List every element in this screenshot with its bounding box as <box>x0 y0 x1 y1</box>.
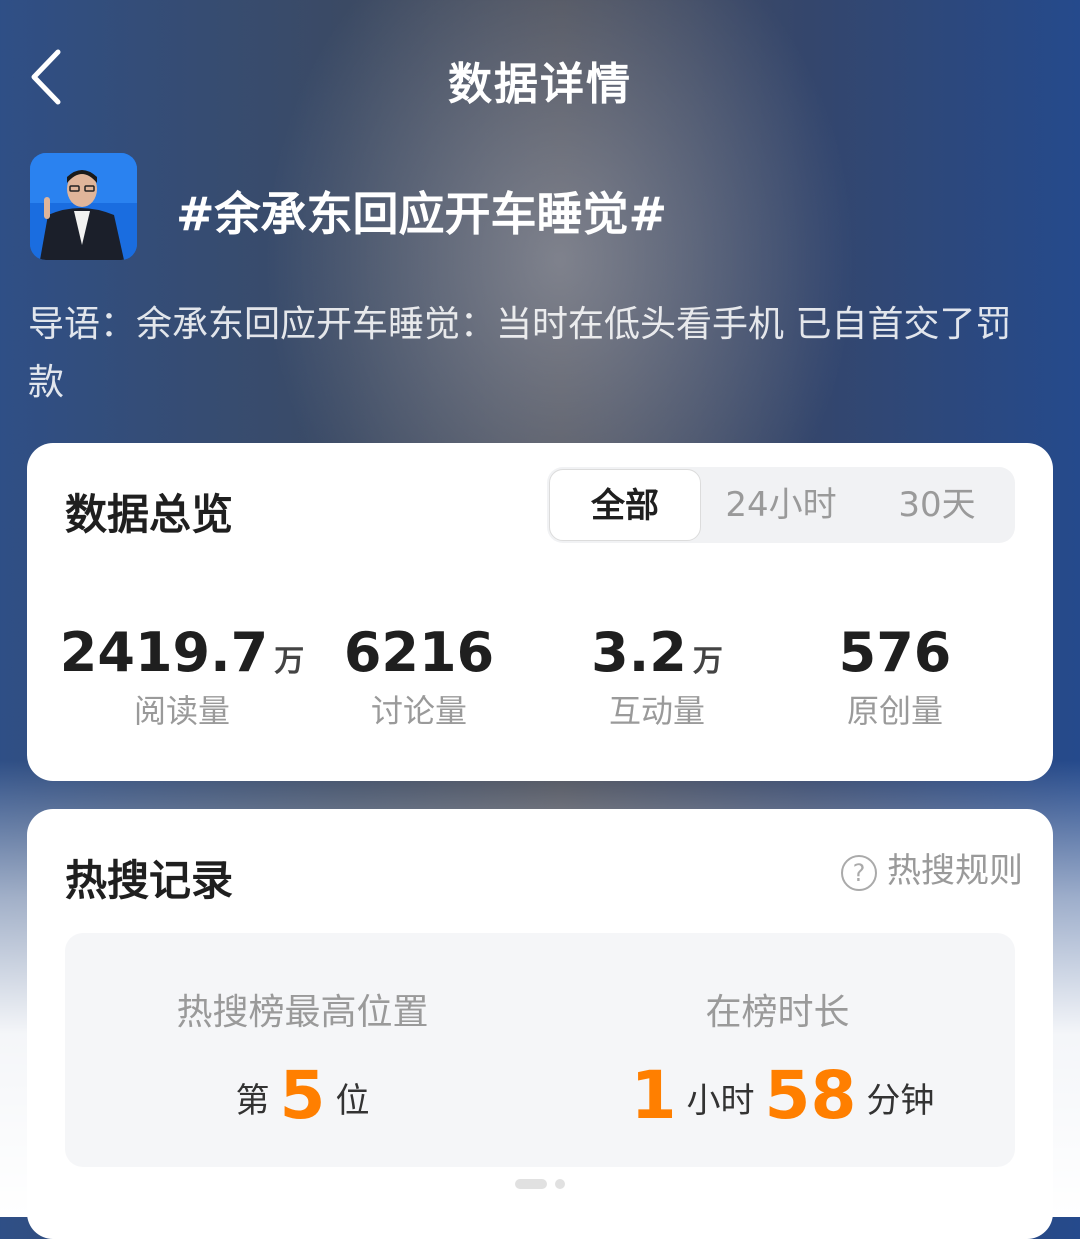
duration-minutes: 58 <box>764 1057 857 1134</box>
stat-label: 原创量 <box>846 692 943 730</box>
top-nav-bar: 数据详情 <box>0 0 1080 150</box>
stat-label: 讨论量 <box>370 692 467 730</box>
hot-heading: 热搜记录 <box>65 856 234 905</box>
hot-rules-label: 热搜规则 <box>887 851 1023 891</box>
stat-label: 互动量 <box>608 692 705 730</box>
topic-thumbnail <box>30 153 137 260</box>
rank-value: 5 <box>279 1057 326 1134</box>
hot-stats-panel: 热搜榜最高位置 第5位 在榜时长 1 小时 58 分钟 <box>65 933 1015 1167</box>
rank-suffix: 位 <box>335 1081 370 1121</box>
rank-prefix: 第 <box>235 1081 270 1121</box>
speaker-photo-icon <box>30 153 137 260</box>
tab-all[interactable]: 全部 <box>549 469 701 541</box>
topic-title: #余承东回应开车睡觉# <box>176 187 668 241</box>
hours-unit: 小时 <box>686 1081 755 1121</box>
on-list-duration: 在榜时长 1 小时 58 分钟 <box>540 983 1015 1134</box>
indicator-active <box>515 1179 547 1189</box>
tab-24h[interactable]: 24小时 <box>703 467 859 543</box>
stat-interactions: 3.2 万 互动量 <box>527 621 787 732</box>
stat-discussions: 6216 讨论量 <box>289 621 549 732</box>
stat-value: 6216 <box>343 621 495 684</box>
duration-label: 在榜时长 <box>705 992 850 1033</box>
peak-rank: 热搜榜最高位置 第5位 <box>65 983 540 1134</box>
duration-hours: 1 <box>630 1057 677 1134</box>
peak-rank-label: 热搜榜最高位置 <box>176 992 429 1033</box>
stat-value: 3.2 <box>591 621 687 684</box>
minutes-unit: 分钟 <box>866 1081 935 1121</box>
stat-value: 2419.7 <box>59 621 269 684</box>
page-title: 数据详情 <box>448 59 632 110</box>
indicator-inactive <box>555 1179 565 1189</box>
stat-label: 阅读量 <box>133 692 230 730</box>
time-range-tabs: 全部 24小时 30天 <box>547 467 1015 543</box>
stat-value: 576 <box>838 621 952 684</box>
topic-lead: 导语：余承东回应开车睡觉：当时在低头看手机 已自首交了罚款 <box>28 304 1012 403</box>
overview-card: 数据总览 全部 24小时 30天 2419.7 万 阅读量 6216 讨论量 3.… <box>27 443 1053 781</box>
stat-reads: 2419.7 万 阅读量 <box>52 621 312 732</box>
hot-rules-link[interactable]: ? 热搜规则 <box>841 851 1023 891</box>
stat-originals: 576 原创量 <box>765 621 1025 732</box>
hot-search-card: 热搜记录 ? 热搜规则 热搜榜最高位置 第5位 在榜时长 1 小时 58 分钟 <box>27 809 1053 1239</box>
overview-heading: 数据总览 <box>65 490 234 539</box>
stat-unit: 万 <box>692 644 723 679</box>
question-circle-icon: ? <box>841 854 877 891</box>
tab-30d[interactable]: 30天 <box>859 467 1015 543</box>
